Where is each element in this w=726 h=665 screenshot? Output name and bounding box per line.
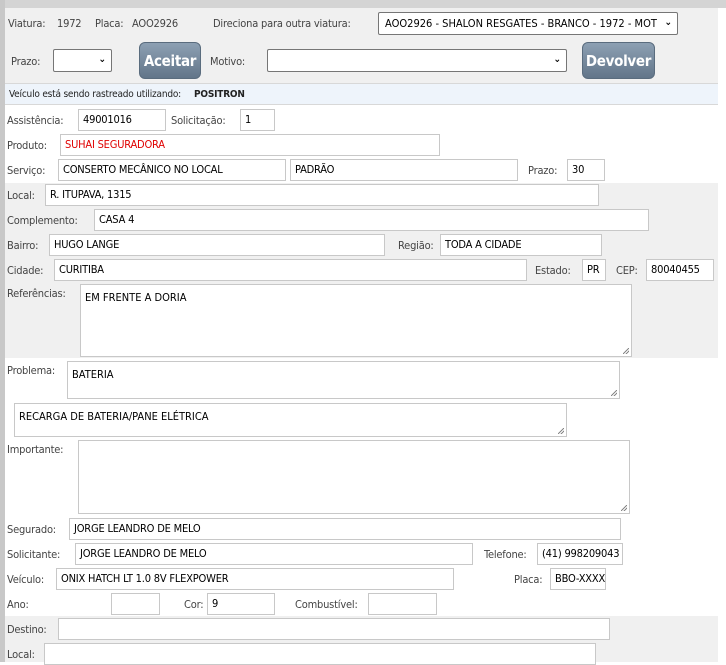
referencias-label: Referências:	[7, 287, 66, 300]
prazo-label: Prazo:	[528, 164, 558, 177]
chevron-down-icon: ⌄	[664, 17, 672, 28]
veiculo-input[interactable]: ONIX HATCH LT 1.0 8V FLEXPOWER	[56, 568, 454, 590]
bairro-input[interactable]: HUGO LANGE	[49, 234, 385, 256]
local-label: Local:	[7, 189, 35, 202]
solicitacao-input[interactable]: 1	[240, 109, 275, 131]
servico-label: Serviço:	[7, 164, 46, 177]
assistencia-input[interactable]: 49001016	[78, 109, 166, 131]
placa-value: AOO2926	[132, 17, 178, 30]
produto-input[interactable]: SUHAI SEGURADORA	[60, 134, 440, 156]
veiculo-label: Veículo:	[7, 573, 45, 586]
prazo-label: Prazo:	[11, 55, 41, 68]
estado-input[interactable]: PR	[582, 259, 606, 281]
telefone-label: Telefone:	[484, 548, 527, 561]
motivo-label: Motivo:	[210, 55, 246, 68]
problema-detalhe-textarea[interactable]: RECARGA DE BATERIA/PANE ELÉTRICA	[14, 403, 567, 437]
aceitar-button[interactable]: Aceitar	[139, 42, 201, 79]
viatura-label: Viatura:	[8, 17, 46, 30]
ano-label: Ano:	[7, 598, 29, 611]
cidade-input[interactable]: CURITIBA	[54, 259, 527, 281]
devolver-button[interactable]: Devolver	[582, 42, 655, 79]
chevron-down-icon: ⌄	[553, 54, 561, 65]
segurado-input[interactable]: JORGE LEANDRO DE MELO	[69, 518, 621, 540]
solicitante-label: Solicitante:	[7, 548, 61, 561]
assistencia-label: Assistência:	[7, 114, 64, 127]
produto-label: Produto:	[7, 139, 47, 152]
servico-input[interactable]: CONSERTO MECÂNICO NO LOCAL	[58, 159, 286, 181]
chevron-down-icon: ⌄	[98, 54, 106, 65]
problema-textarea[interactable]: BATERIA	[67, 361, 620, 399]
tracking-text: Veículo está sendo rastreado utilizando:	[9, 89, 181, 100]
importante-label: Importante:	[7, 443, 64, 456]
direciona-select[interactable]: AOO2926 - SHALON RESGATES - BRANCO - 197…	[378, 12, 678, 35]
prazo-input[interactable]: 30	[567, 159, 605, 181]
direciona-label: Direciona para outra viatura:	[213, 17, 351, 30]
referencias-textarea[interactable]: EM FRENTE A DORIA	[80, 284, 632, 357]
direciona-value: AOO2926 - SHALON RESGATES - BRANCO - 197…	[385, 17, 657, 30]
estado-label: Estado:	[535, 264, 571, 277]
regiao-input[interactable]: TODA A CIDADE	[440, 234, 602, 256]
bairro-label: Bairro:	[7, 239, 39, 252]
servico-tipo-input[interactable]: PADRÃO	[290, 159, 518, 181]
destino-local-label: Local:	[7, 648, 35, 661]
solicitacao-label: Solicitação:	[171, 114, 226, 127]
placa-label: Placa:	[95, 17, 124, 30]
complemento-input[interactable]: CASA 4	[94, 209, 649, 231]
combustivel-label: Combustível:	[295, 598, 358, 611]
complemento-label: Complemento:	[7, 214, 78, 227]
destino-input[interactable]	[58, 618, 610, 640]
local-input[interactable]: R. ITUPAVA, 1315	[45, 184, 599, 206]
destino-label: Destino:	[7, 623, 47, 636]
viatura-value: 1972	[57, 17, 82, 30]
problema-label: Problema:	[7, 364, 56, 377]
regiao-label: Região:	[398, 239, 434, 252]
combustivel-input[interactable]	[368, 593, 437, 615]
cep-label: CEP:	[616, 264, 638, 277]
placa-label: Placa:	[514, 573, 543, 586]
telefone-input[interactable]: (41) 998209043	[537, 543, 623, 565]
segurado-label: Segurado:	[7, 523, 56, 536]
ano-input[interactable]	[111, 593, 160, 615]
cor-label: Cor:	[184, 598, 204, 611]
placa-input[interactable]: BBO-XXXX	[550, 568, 606, 590]
importante-textarea[interactable]	[78, 440, 630, 514]
tracking-provider: POSITRON	[194, 89, 245, 100]
motivo-select[interactable]: ⌄	[267, 49, 567, 72]
cor-input[interactable]: 9	[207, 593, 275, 615]
top-bar	[0, 0, 726, 8]
solicitante-input[interactable]: JORGE LEANDRO DE MELO	[75, 543, 473, 565]
cep-input[interactable]: 80040455	[646, 259, 714, 281]
cidade-label: Cidade:	[7, 264, 44, 277]
prazo-select[interactable]: ⌄	[53, 49, 112, 72]
